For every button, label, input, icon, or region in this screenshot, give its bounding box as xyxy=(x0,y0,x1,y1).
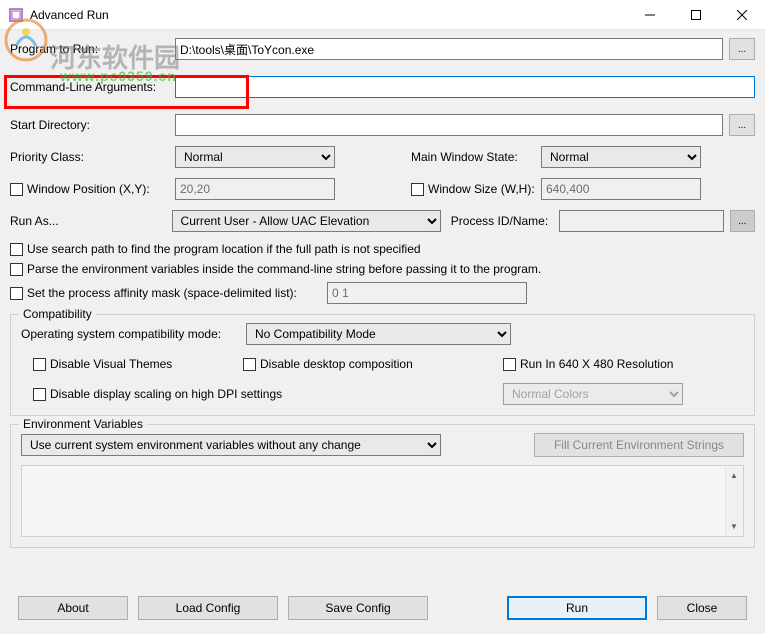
mainwin-label: Main Window State: xyxy=(411,150,541,164)
close-button[interactable] xyxy=(719,0,765,30)
procid-input[interactable] xyxy=(559,210,724,232)
affinity-checkbox[interactable] xyxy=(10,287,23,300)
winpos-label: Window Position (X,Y): xyxy=(27,182,150,196)
winpos-input[interactable] xyxy=(175,178,335,200)
button-bar: About Load Config Save Config Run Close xyxy=(10,592,755,624)
mainwin-select[interactable]: Normal xyxy=(541,146,701,168)
startdir-input[interactable] xyxy=(175,114,723,136)
compat-legend: Compatibility xyxy=(19,307,96,321)
parseenv-checkbox[interactable] xyxy=(10,263,23,276)
program-label: Program to Run: xyxy=(10,42,175,56)
dpi-label: Disable display scaling on high DPI sett… xyxy=(50,387,282,401)
about-button[interactable]: About xyxy=(18,596,128,620)
close-dialog-button[interactable]: Close xyxy=(657,596,747,620)
load-config-button[interactable]: Load Config xyxy=(138,596,278,620)
dpi-checkbox[interactable] xyxy=(33,388,46,401)
desktop-label: Disable desktop composition xyxy=(260,357,413,371)
startdir-label: Start Directory: xyxy=(10,118,175,132)
affinity-input[interactable] xyxy=(327,282,527,304)
winsize-input[interactable] xyxy=(541,178,701,200)
app-icon xyxy=(8,7,24,23)
minimize-button[interactable] xyxy=(627,0,673,30)
affinity-label: Set the process affinity mask (space-del… xyxy=(27,286,317,300)
cmdline-input[interactable] xyxy=(175,76,755,98)
startdir-browse-button[interactable]: ... xyxy=(729,114,755,136)
compat-fieldset: Compatibility Operating system compatibi… xyxy=(10,314,755,416)
window-buttons xyxy=(627,0,765,30)
env-legend: Environment Variables xyxy=(19,417,147,431)
run640-checkbox[interactable] xyxy=(503,358,516,371)
env-fieldset: Environment Variables Use current system… xyxy=(10,424,755,548)
searchpath-label: Use search path to find the program loca… xyxy=(27,242,421,256)
osmode-select[interactable]: No Compatibility Mode xyxy=(246,323,511,345)
runas-select[interactable]: Current User - Allow UAC Elevation xyxy=(172,210,441,232)
env-mode-select[interactable]: Use current system environment variables… xyxy=(21,434,441,456)
env-textarea[interactable]: ▲ ▼ xyxy=(21,465,744,537)
run-button[interactable]: Run xyxy=(507,596,647,620)
winpos-checkbox[interactable] xyxy=(10,183,23,196)
procid-browse-button[interactable]: ... xyxy=(730,210,756,232)
fill-env-button[interactable]: Fill Current Environment Strings xyxy=(534,433,744,457)
parseenv-label: Parse the environment variables inside t… xyxy=(27,262,541,276)
winsize-checkbox[interactable] xyxy=(411,183,424,196)
program-browse-button[interactable]: ... xyxy=(729,38,755,60)
scroll-down-icon[interactable]: ▼ xyxy=(726,518,742,535)
procid-label: Process ID/Name: xyxy=(451,214,559,228)
osmode-label: Operating system compatibility mode: xyxy=(21,327,246,341)
maximize-button[interactable] xyxy=(673,0,719,30)
scroll-up-icon[interactable]: ▲ xyxy=(726,467,742,484)
save-config-button[interactable]: Save Config xyxy=(288,596,428,620)
program-input[interactable] xyxy=(175,38,723,60)
themes-label: Disable Visual Themes xyxy=(50,357,172,371)
cmdline-label: Command-Line Arguments: xyxy=(10,80,175,94)
content-area: Program to Run: ... Command-Line Argumen… xyxy=(0,30,765,634)
window-title: Advanced Run xyxy=(30,8,627,22)
titlebar: Advanced Run xyxy=(0,0,765,30)
colors-select[interactable]: Normal Colors xyxy=(503,383,683,405)
priority-select[interactable]: Normal xyxy=(175,146,335,168)
searchpath-checkbox[interactable] xyxy=(10,243,23,256)
env-scrollbar[interactable]: ▲ ▼ xyxy=(725,467,742,535)
winsize-label: Window Size (W,H): xyxy=(428,182,535,196)
run640-label: Run In 640 X 480 Resolution xyxy=(520,357,673,371)
runas-label: Run As... xyxy=(10,214,172,228)
priority-label: Priority Class: xyxy=(10,150,175,164)
desktop-checkbox[interactable] xyxy=(243,358,256,371)
themes-checkbox[interactable] xyxy=(33,358,46,371)
